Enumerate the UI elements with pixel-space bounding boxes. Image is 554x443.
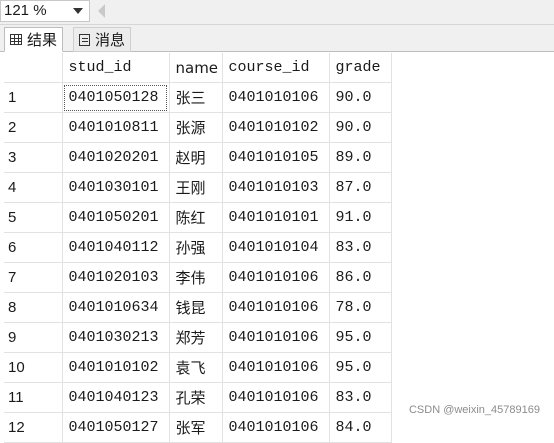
- table-row[interactable]: 3 0401020201 赵明 0401010105 89.0: [4, 142, 392, 173]
- cell-stud-id[interactable]: 0401030213: [62, 322, 170, 353]
- cell-name[interactable]: 郑芳: [169, 322, 223, 353]
- cell-stud-id[interactable]: 0401010811: [62, 112, 170, 143]
- column-header-grade[interactable]: grade: [329, 53, 392, 83]
- row-number[interactable]: 1: [4, 82, 63, 113]
- row-number[interactable]: 12: [4, 412, 63, 443]
- cell-stud-id[interactable]: 0401020103: [62, 262, 170, 293]
- column-header-course-id[interactable]: course_id: [222, 53, 330, 83]
- grid-header-row: stud_id name course_id grade: [4, 53, 392, 83]
- cell-name[interactable]: 李伟: [169, 262, 223, 293]
- cell-name[interactable]: 陈红: [169, 202, 223, 233]
- table-row[interactable]: 2 0401010811 张源 0401010102 90.0: [4, 112, 392, 143]
- zoom-toolbar: 121 %: [0, 0, 554, 25]
- cell-course-id[interactable]: 0401010105: [222, 142, 330, 173]
- column-header-stud-id[interactable]: stud_id: [62, 53, 170, 83]
- cell-grade[interactable]: 95.0: [329, 322, 392, 353]
- cell-grade[interactable]: 91.0: [329, 202, 392, 233]
- cell-stud-id[interactable]: 0401010102: [62, 352, 170, 383]
- results-tabs: 结果 消息: [0, 25, 554, 52]
- cell-course-id[interactable]: 0401010103: [222, 172, 330, 203]
- table-row[interactable]: 11 0401040123 孔荣 0401010106 83.0: [4, 382, 392, 413]
- cell-stud-id[interactable]: 0401030101: [62, 172, 170, 203]
- row-number[interactable]: 4: [4, 172, 63, 203]
- cell-stud-id[interactable]: 0401040112: [62, 232, 170, 263]
- cell-name[interactable]: 王刚: [169, 172, 223, 203]
- cell-grade[interactable]: 78.0: [329, 292, 392, 323]
- row-number[interactable]: 9: [4, 322, 63, 353]
- grid-icon: [10, 34, 22, 45]
- table-row[interactable]: 9 0401030213 郑芳 0401010106 95.0: [4, 322, 392, 353]
- cell-name[interactable]: 袁飞: [169, 352, 223, 383]
- cell-grade[interactable]: 90.0: [329, 82, 392, 113]
- cell-grade[interactable]: 83.0: [329, 232, 392, 263]
- table-row[interactable]: 5 0401050201 陈红 0401010101 91.0: [4, 202, 392, 233]
- zoom-select[interactable]: 121 %: [0, 0, 90, 22]
- grid-body: 1 0401050128 张三 0401010106 90.0 2 0401010811 张源…: [4, 82, 392, 443]
- watermark: CSDN @weixin_45789169: [408, 404, 540, 416]
- table-row[interactable]: 7 0401020103 李伟 0401010106 86.0: [4, 262, 392, 293]
- tab-results-label: 结果: [27, 31, 58, 49]
- cell-stud-id[interactable]: 0401050201: [62, 202, 170, 233]
- cell-course-id[interactable]: 0401010106: [222, 382, 330, 413]
- tab-messages[interactable]: 消息: [73, 27, 132, 52]
- row-header-corner[interactable]: [4, 53, 63, 83]
- table-row[interactable]: 4 0401030101 王刚 0401010103 87.0: [4, 172, 392, 203]
- row-number[interactable]: 11: [4, 382, 63, 413]
- cell-grade[interactable]: 87.0: [329, 172, 392, 203]
- results-grid: stud_id name course_id grade 1 0401050128…: [4, 53, 392, 443]
- table-row[interactable]: 8 0401010634 钱昆 0401010106 78.0: [4, 292, 392, 323]
- cell-grade[interactable]: 95.0: [329, 352, 392, 383]
- cell-course-id[interactable]: 0401010106: [222, 82, 330, 113]
- cell-stud-id[interactable]: 0401040123: [62, 382, 170, 413]
- table-row[interactable]: 10 0401010102 袁飞 0401010106 95.0: [4, 352, 392, 383]
- cell-name[interactable]: 张军: [169, 412, 223, 443]
- cell-stud-id[interactable]: 0401050127: [62, 412, 170, 443]
- cell-course-id[interactable]: 0401010106: [222, 322, 330, 353]
- row-number[interactable]: 8: [4, 292, 63, 323]
- cell-name[interactable]: 张源: [169, 112, 223, 143]
- cell-stud-id[interactable]: 0401010634: [62, 292, 170, 323]
- cell-course-id[interactable]: 0401010106: [222, 292, 330, 323]
- cell-name[interactable]: 钱昆: [169, 292, 223, 323]
- table-row[interactable]: 6 0401040112 孙强 0401010104 83.0: [4, 232, 392, 263]
- cell-course-id[interactable]: 0401010104: [222, 232, 330, 263]
- cell-name[interactable]: 赵明: [169, 142, 223, 173]
- cell-name[interactable]: 张三: [169, 82, 223, 113]
- row-number[interactable]: 5: [4, 202, 63, 233]
- cell-course-id[interactable]: 0401010102: [222, 112, 330, 143]
- column-header-name[interactable]: name: [169, 53, 223, 83]
- tab-results[interactable]: 结果: [4, 27, 64, 52]
- cell-course-id[interactable]: 0401010101: [222, 202, 330, 233]
- cell-grade[interactable]: 90.0: [329, 112, 392, 143]
- cell-name[interactable]: 孙强: [169, 232, 223, 263]
- cell-stud-id[interactable]: 0401050128: [62, 82, 170, 113]
- cell-stud-id[interactable]: 0401020201: [62, 142, 170, 173]
- table-row[interactable]: 12 0401050127 张军 0401010106 84.0: [4, 412, 392, 443]
- cell-grade[interactable]: 83.0: [329, 382, 392, 413]
- row-number[interactable]: 7: [4, 262, 63, 293]
- cell-name[interactable]: 孔荣: [169, 382, 223, 413]
- scroll-left-arrow-icon[interactable]: [98, 4, 105, 18]
- cell-grade[interactable]: 84.0: [329, 412, 392, 443]
- cell-grade[interactable]: 89.0: [329, 142, 392, 173]
- chevron-down-icon[interactable]: [73, 8, 83, 14]
- row-number[interactable]: 10: [4, 352, 63, 383]
- table-row[interactable]: 1 0401050128 张三 0401010106 90.0: [4, 82, 392, 113]
- cell-course-id[interactable]: 0401010106: [222, 262, 330, 293]
- row-number[interactable]: 2: [4, 112, 63, 143]
- cell-course-id[interactable]: 0401010106: [222, 412, 330, 443]
- row-number[interactable]: 6: [4, 232, 63, 263]
- tab-messages-label: 消息: [95, 31, 126, 49]
- cell-course-id[interactable]: 0401010106: [222, 352, 330, 383]
- row-number[interactable]: 3: [4, 142, 63, 173]
- zoom-value: 121 %: [4, 2, 47, 19]
- message-icon: [79, 33, 90, 46]
- cell-grade[interactable]: 86.0: [329, 262, 392, 293]
